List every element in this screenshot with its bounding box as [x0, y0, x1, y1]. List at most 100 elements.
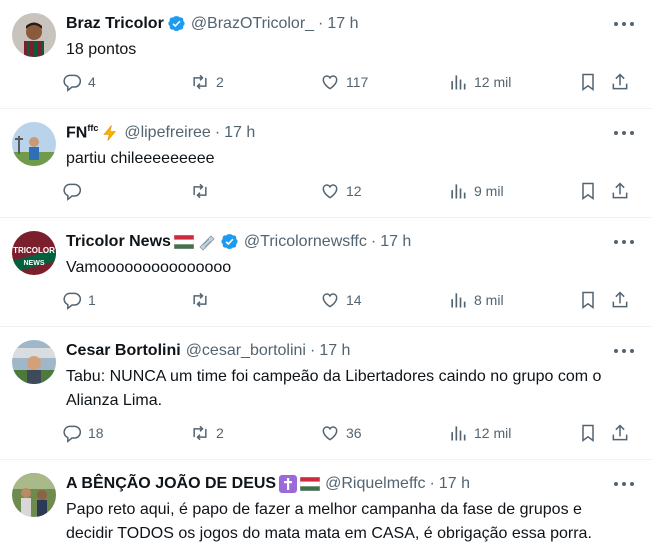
views-bar-chart-icon — [451, 293, 466, 308]
reply-button[interactable] — [62, 180, 88, 202]
cross-emoji-icon — [279, 474, 298, 493]
separator-dot: · — [309, 341, 316, 359]
more-options-icon[interactable] — [614, 16, 634, 32]
share-button[interactable] — [610, 180, 630, 202]
reply-count: 1 — [88, 292, 96, 308]
reply-count: 4 — [88, 74, 96, 90]
tweet[interactable]: Cesar Bortolini @cesar_bortolini · 17 h … — [0, 327, 652, 460]
tweet-actions: 12 9 mil — [62, 171, 636, 215]
like-button[interactable]: 117 — [320, 71, 368, 93]
separator-dot: · — [214, 123, 221, 141]
display-name[interactable]: Cesar Bortolini — [66, 342, 181, 360]
bookmark-button[interactable] — [578, 180, 598, 202]
share-icon — [612, 182, 628, 199]
share-button[interactable] — [610, 422, 630, 444]
profile-photo-outdoor-icon — [12, 122, 56, 166]
reply-count: 18 — [88, 425, 104, 441]
reply-button[interactable]: 1 — [62, 289, 96, 311]
retweet-icon — [193, 183, 207, 199]
tweet[interactable]: Braz Tricolor @BrazOTricolor_ · 17 h 18 … — [0, 0, 652, 109]
reply-icon — [63, 292, 82, 310]
like-count: 36 — [346, 425, 362, 441]
avatar[interactable] — [12, 122, 56, 166]
tweet-header: Cesar Bortolini @cesar_bortolini · 17 h — [66, 339, 636, 362]
bookmark-button[interactable] — [578, 289, 598, 311]
like-button[interactable]: 14 — [320, 289, 362, 311]
avatar[interactable]: TRICOLOR NEWS — [12, 231, 56, 275]
heart-icon — [322, 75, 338, 90]
display-name[interactable]: Braz Tricolor — [66, 15, 164, 33]
timestamp[interactable]: 17 h — [439, 475, 470, 493]
reply-icon — [63, 183, 82, 201]
tweet-text: Vamooooooooooooooo — [66, 259, 232, 276]
reply-icon — [63, 74, 82, 92]
avatar[interactable] — [12, 473, 56, 517]
views-button[interactable]: 12 mil — [448, 71, 511, 93]
retweet-button[interactable]: 2 — [190, 71, 224, 93]
more-options-icon[interactable] — [614, 343, 634, 359]
views-button[interactable]: 8 mil — [448, 289, 504, 311]
display-name[interactable]: A BÊNÇÃO JOÃO DE DEUS — [66, 475, 276, 493]
handle[interactable]: @Riquelmeffc — [325, 475, 425, 493]
like-count: 117 — [346, 74, 369, 90]
reply-button[interactable]: 4 — [62, 71, 96, 93]
tricolor-news-logo-icon: TRICOLOR NEWS — [12, 231, 56, 275]
share-icon — [612, 73, 628, 90]
views-bar-chart-icon — [451, 426, 466, 441]
separator-dot: · — [318, 14, 324, 32]
tweet[interactable]: FNffc @lipefreiree · 17 h partiu chileee… — [0, 109, 652, 218]
handle[interactable]: @BrazOTricolor_ — [191, 15, 314, 33]
lightning-emoji-icon — [101, 124, 119, 142]
bookmark-icon — [582, 182, 594, 200]
more-options-icon[interactable] — [614, 234, 634, 250]
tweet-header: A BÊNÇÃO JOÃO DE DEUS @Riquelmeffc · 17 … — [66, 472, 636, 495]
more-options-icon[interactable] — [614, 476, 634, 492]
reply-icon — [63, 425, 82, 443]
retweet-icon — [193, 292, 207, 308]
heart-icon — [322, 426, 338, 441]
bookmark-button[interactable] — [578, 71, 598, 93]
tweet[interactable]: A BÊNÇÃO JOÃO DE DEUS @Riquelmeffc · 17 … — [0, 460, 652, 550]
verified-badge-icon — [220, 232, 239, 251]
separator-dot: · — [370, 232, 377, 250]
tweet-actions: 1 14 8 mil — [62, 280, 636, 324]
timestamp[interactable]: 17 h — [319, 342, 350, 360]
tweet-text: Papo reto aqui, é papo de fazer a melhor… — [66, 501, 592, 542]
timestamp[interactable]: 17 h — [380, 233, 411, 251]
hungary-flag-emoji-icon — [300, 476, 321, 491]
avatar[interactable] — [12, 340, 56, 384]
bookmark-icon — [582, 73, 594, 91]
timestamp[interactable]: 17 h — [327, 15, 358, 33]
views-count: 12 mil — [474, 74, 512, 90]
bookmark-icon — [582, 291, 594, 309]
reply-button[interactable]: 18 — [62, 422, 104, 444]
like-count: 14 — [346, 292, 362, 308]
heart-icon — [322, 184, 338, 199]
tweet-header: Braz Tricolor @BrazOTricolor_ · 17 h — [66, 12, 636, 35]
retweet-button[interactable] — [190, 180, 216, 202]
timestamp[interactable]: 17 h — [224, 124, 255, 142]
handle[interactable]: @lipefreiree — [124, 124, 211, 142]
tweet-text: Tabu: NUNCA um time foi campeão da Liber… — [66, 368, 602, 409]
svg-text:TRICOLOR: TRICOLOR — [13, 246, 55, 255]
like-count: 12 — [346, 183, 362, 199]
profile-photo-group-icon — [12, 473, 56, 517]
handle[interactable]: @Tricolornewsffc — [244, 233, 367, 251]
views-button[interactable]: 9 mil — [448, 180, 504, 202]
display-name[interactable]: Tricolor News — [66, 233, 171, 251]
retweet-button[interactable]: 2 — [190, 422, 224, 444]
share-button[interactable] — [610, 71, 630, 93]
views-button[interactable]: 12 mil — [448, 422, 511, 444]
views-bar-chart-icon — [451, 75, 466, 90]
like-button[interactable]: 36 — [320, 422, 362, 444]
handle[interactable]: @cesar_bortolini — [186, 342, 306, 360]
like-button[interactable]: 12 — [320, 180, 362, 202]
retweet-button[interactable] — [190, 289, 216, 311]
share-button[interactable] — [610, 289, 630, 311]
avatar[interactable] — [12, 13, 56, 57]
display-name[interactable]: FNffc — [66, 123, 98, 142]
bookmark-button[interactable] — [578, 422, 598, 444]
tweet-actions: 4 2 117 12 mil — [62, 62, 636, 106]
more-options-icon[interactable] — [614, 125, 634, 141]
tweet[interactable]: TRICOLOR NEWS Tricolor News @Tricolornew… — [0, 218, 652, 327]
